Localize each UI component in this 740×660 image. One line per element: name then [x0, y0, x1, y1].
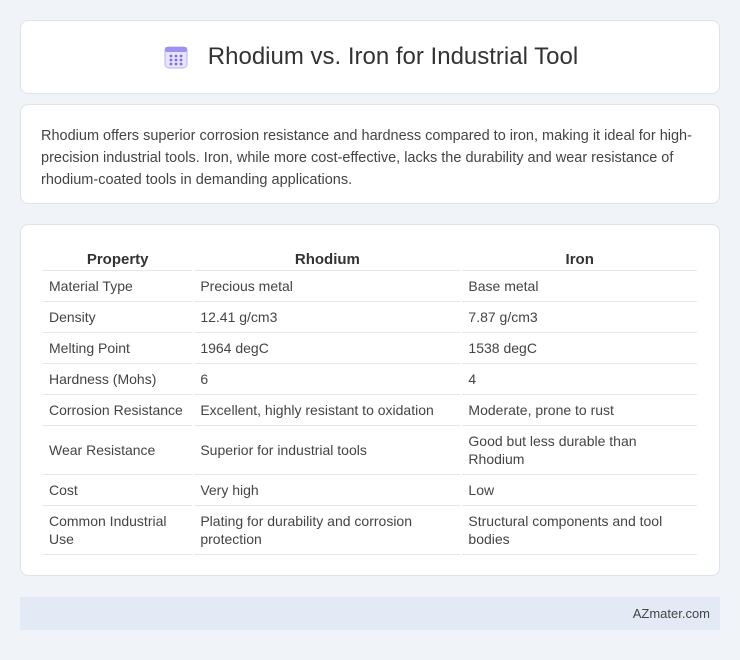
table-cell: Corrosion Resistance: [43, 395, 193, 426]
table-cell: 4: [462, 364, 697, 395]
calendar-grid-icon: [164, 46, 188, 69]
summary-text: Rhodium offers superior corrosion resist…: [41, 128, 692, 188]
table-cell: Material Type: [43, 271, 193, 302]
column-header-iron: Iron: [462, 247, 697, 271]
footer: AZmater.com: [20, 597, 720, 630]
table-cell: Melting Point: [43, 333, 193, 364]
table-row: Material Type Precious metal Base metal: [43, 271, 697, 302]
page-title: Rhodium vs. Iron for Industrial Tool: [207, 43, 579, 70]
table-cell: 7.87 g/cm3: [462, 302, 697, 333]
table-cell: Superior for industrial tools: [194, 426, 461, 475]
column-header-property: Property: [43, 247, 193, 271]
table-cell: Hardness (Mohs): [43, 364, 193, 395]
table-cell: Precious metal: [194, 271, 461, 302]
table-cell: Cost: [43, 475, 193, 506]
table-row: Wear Resistance Superior for industrial …: [43, 426, 697, 475]
table-cell: 6: [194, 364, 461, 395]
comparison-table: Property Rhodium Iron Material Type Prec…: [41, 247, 699, 555]
table-cell: Wear Resistance: [43, 426, 193, 475]
table-cell: Good but less durable than Rhodium: [462, 426, 697, 475]
table-cell: Moderate, prone to rust: [462, 395, 697, 426]
table-cell: Structural components and tool bodies: [462, 506, 697, 555]
table-cell: Low: [462, 475, 697, 506]
table-row: Corrosion Resistance Excellent, highly r…: [43, 395, 697, 426]
table-row: Hardness (Mohs) 6 4: [43, 364, 697, 395]
table-cell: Common Industrial Use: [43, 506, 193, 555]
table-cell: Density: [43, 302, 193, 333]
summary-card: Rhodium offers superior corrosion resist…: [20, 104, 720, 204]
table-cell: 12.41 g/cm3: [194, 302, 461, 333]
table-row: Cost Very high Low: [43, 475, 697, 506]
table-cell: 1538 degC: [462, 333, 697, 364]
comparison-card: Property Rhodium Iron Material Type Prec…: [20, 224, 720, 576]
column-header-rhodium: Rhodium: [194, 247, 461, 271]
table-row: Melting Point 1964 degC 1538 degC: [43, 333, 697, 364]
title-wrap: Rhodium vs. Iron for Industrial Tool: [162, 43, 578, 71]
table-cell: 1964 degC: [194, 333, 461, 364]
table-row: Common Industrial Use Plating for durabi…: [43, 506, 697, 555]
table-cell: Excellent, highly resistant to oxidation: [194, 395, 461, 426]
table-cell: Base metal: [462, 271, 697, 302]
table-cell: Plating for durability and corrosion pro…: [194, 506, 461, 555]
header-card: Rhodium vs. Iron for Industrial Tool: [20, 20, 720, 94]
table-row: Density 12.41 g/cm3 7.87 g/cm3: [43, 302, 697, 333]
footer-brand: AZmater.com: [632, 606, 710, 621]
table-cell: Very high: [194, 475, 461, 506]
